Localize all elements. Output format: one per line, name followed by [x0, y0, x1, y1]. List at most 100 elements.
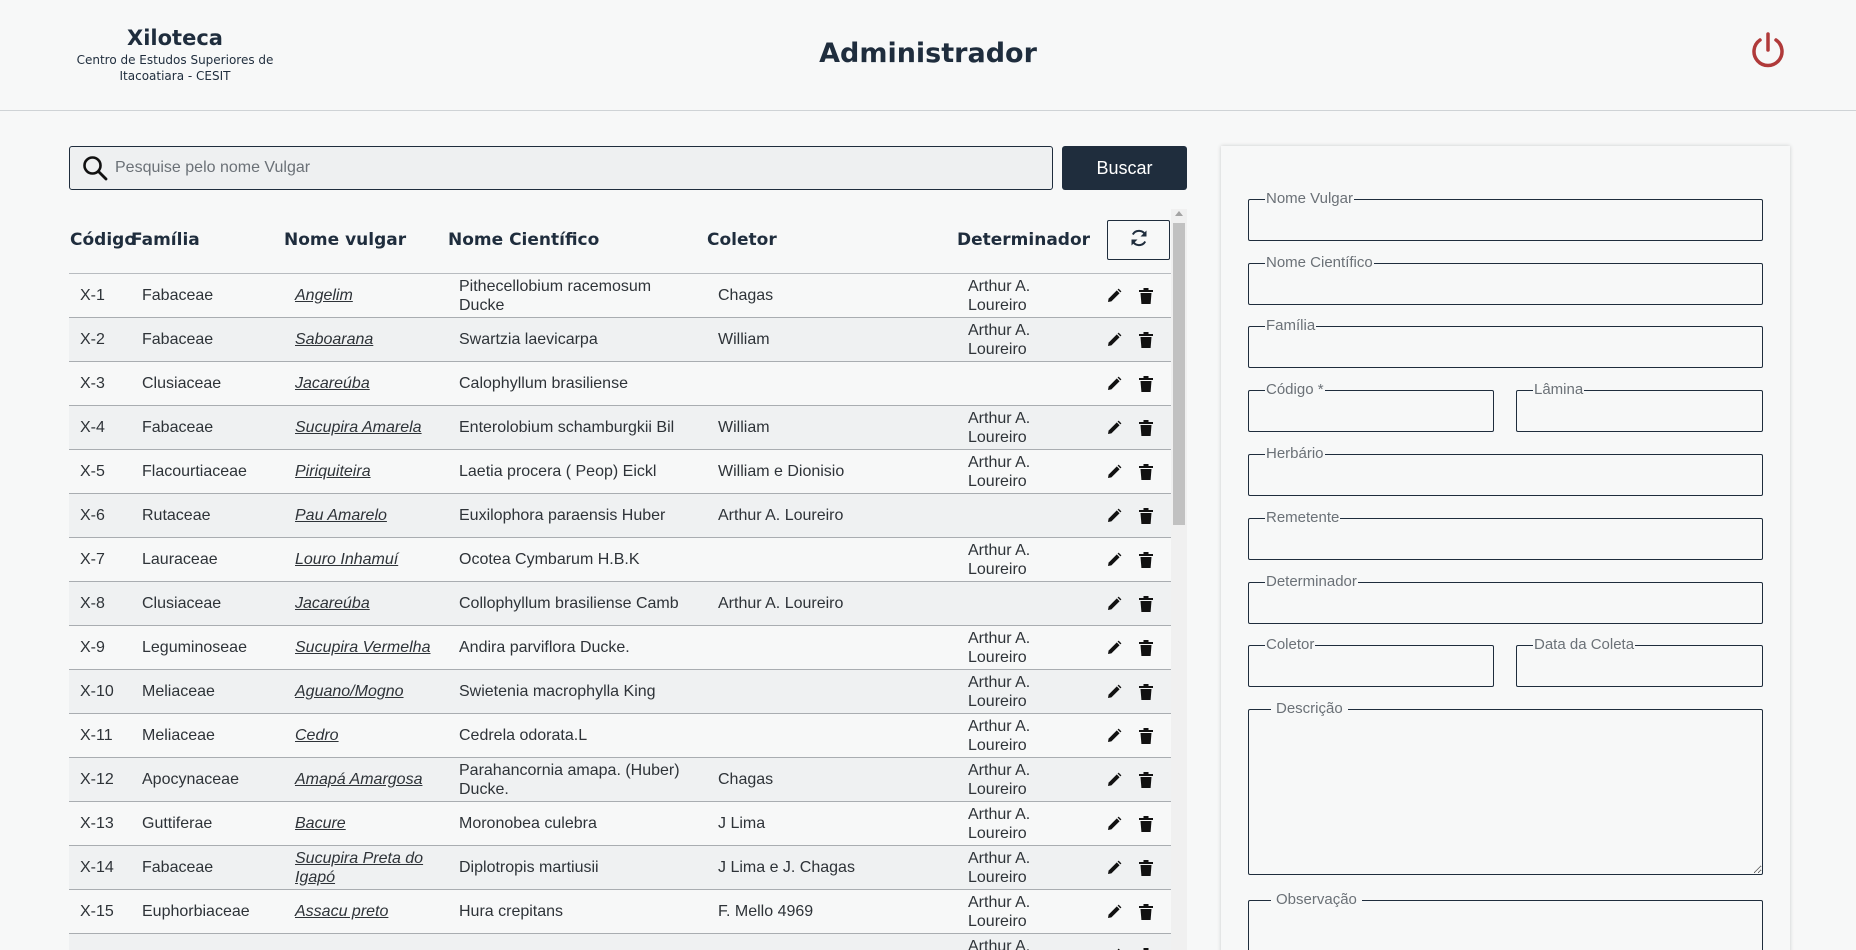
descricao-textarea[interactable] — [1249, 710, 1762, 874]
pencil-icon[interactable] — [1106, 494, 1126, 537]
familia-cell: Leguminoseae — [142, 639, 247, 656]
trash-icon[interactable] — [1139, 362, 1159, 405]
nome-vulgar-link[interactable]: Sucupira Preta do Igapó — [295, 849, 445, 887]
nome-vulgar-link[interactable]: Louro Inhamuí — [295, 550, 398, 569]
pencil-icon[interactable] — [1106, 362, 1126, 405]
nome-vulgar-link[interactable]: Jacareúba — [295, 594, 370, 613]
determinador-cell: Arthur A. Loureiro — [968, 673, 1031, 710]
table-row: X-12 Apocynaceae Amapá Amargosa Parahancorn… — [69, 758, 1171, 802]
pencil-icon[interactable] — [1106, 626, 1126, 669]
familia-cell: Fabaceae — [142, 859, 214, 876]
nome-vulgar-link[interactable]: Assacu preto — [295, 902, 388, 921]
trash-icon[interactable] — [1139, 890, 1159, 933]
nome-vulgar-link[interactable]: Angelim — [295, 286, 353, 305]
trash-icon[interactable] — [1139, 846, 1159, 889]
trash-icon[interactable] — [1139, 758, 1159, 801]
codigo-cell: X-3 — [80, 375, 105, 392]
coletor-cell — [718, 626, 948, 669]
codigo-label: Código * — [1265, 381, 1325, 398]
nome-cientifico-cell: Hura crepitans — [459, 903, 564, 920]
pencil-icon[interactable] — [1106, 582, 1126, 625]
nome-vulgar-cell: Jacareúba — [295, 582, 445, 625]
coletor-cell: Arthur A. Loureiro — [718, 595, 844, 612]
nome-vulgar-link[interactable]: Sucupira Amarela — [295, 418, 422, 437]
pencil-icon[interactable] — [1106, 934, 1126, 950]
determinador-cell: Arthur A. Loureiro — [968, 541, 1031, 578]
pencil-icon[interactable] — [1106, 274, 1126, 317]
trash-icon[interactable] — [1139, 582, 1159, 625]
nome-vulgar-link[interactable]: Bacure — [295, 814, 346, 833]
coletor-cell — [718, 934, 948, 950]
nome-cientifico-cell: Diplotropis martiusii — [459, 859, 599, 876]
scrollbar-thumb[interactable] — [1173, 223, 1185, 525]
nome-vulgar-cell: Sucupira Vermelha — [295, 626, 445, 669]
familia-cell: Lauraceae — [142, 551, 218, 568]
refresh-button[interactable] — [1107, 220, 1170, 260]
herbario-input[interactable] — [1249, 455, 1762, 495]
nome-vulgar-link[interactable]: Amapá Amargosa — [295, 770, 422, 789]
nome-vulgar-cell: Saboarana — [295, 318, 445, 361]
nome-vulgar-link[interactable]: Aguano/Mogno — [295, 682, 404, 701]
coletor-cell: Chagas — [718, 771, 774, 788]
table-body: X-1 Fabaceae Angelim Pithecellobium racemos… — [69, 274, 1171, 950]
trash-icon[interactable] — [1139, 714, 1159, 757]
trash-icon[interactable] — [1139, 626, 1159, 669]
codigo-cell: X-4 — [80, 419, 105, 436]
nome-vulgar-cell: Aguano/Mogno — [295, 670, 445, 713]
coletor-cell: J Lima e J. Chagas — [718, 859, 855, 876]
trash-icon[interactable] — [1139, 538, 1159, 581]
pencil-icon[interactable] — [1106, 450, 1126, 493]
pencil-icon[interactable] — [1106, 318, 1126, 361]
nome-cientifico-cell: Cedrela odorata.L — [459, 727, 588, 744]
nome-cientifico-cell: Ocotea Cymbarum H.B.K — [459, 551, 640, 568]
nome-vulgar-link[interactable]: Sucupira Vermelha — [295, 638, 430, 657]
pencil-icon[interactable] — [1106, 670, 1126, 713]
coletor-cell: F. Mello 4969 — [718, 903, 814, 920]
descricao-label: Descrição — [1271, 701, 1348, 717]
trash-icon[interactable] — [1139, 802, 1159, 845]
power-icon[interactable] — [1748, 30, 1788, 70]
pencil-icon[interactable] — [1106, 802, 1126, 845]
table-row: X-4 Fabaceae Sucupira Amarela Enterolobium … — [69, 406, 1171, 450]
search-bar — [69, 146, 1053, 190]
search-button[interactable]: Buscar — [1062, 146, 1187, 190]
nome-vulgar-link[interactable]: Cedro — [295, 726, 339, 745]
pencil-icon[interactable] — [1106, 538, 1126, 581]
nome-vulgar-cell: Louro Inhamuí — [295, 538, 445, 581]
nome-vulgar-link[interactable]: Piriquiteira — [295, 462, 371, 481]
pencil-icon[interactable] — [1106, 714, 1126, 757]
familia-field: Família — [1248, 318, 1763, 368]
codigo-cell: X-13 — [80, 815, 114, 832]
trash-icon[interactable] — [1139, 274, 1159, 317]
table-row: X-10 Meliaceae Aguano/Mogno Swietenia macro… — [69, 670, 1171, 714]
trash-icon[interactable] — [1139, 934, 1159, 950]
determinador-cell — [968, 582, 1068, 625]
determinador-cell: Arthur A. Loureiro — [968, 805, 1031, 842]
observacao-textarea[interactable] — [1249, 901, 1762, 950]
coletor-cell — [718, 362, 948, 405]
trash-icon[interactable] — [1139, 450, 1159, 493]
nome-vulgar-link[interactable]: Saboarana — [295, 330, 373, 349]
pencil-icon[interactable] — [1106, 758, 1126, 801]
nome-vulgar-link[interactable]: Jacareúba — [295, 374, 370, 393]
familia-input[interactable] — [1249, 327, 1762, 367]
pencil-icon[interactable] — [1106, 890, 1126, 933]
nome-cientifico-cell: Swietenia macrophylla King — [459, 683, 656, 700]
pencil-icon[interactable] — [1106, 406, 1126, 449]
scroll-up-arrow[interactable] — [1175, 211, 1183, 216]
trash-icon[interactable] — [1139, 494, 1159, 537]
observacao-field: Observação — [1248, 892, 1763, 950]
observacao-label: Observação — [1271, 892, 1362, 908]
familia-cell: Fabaceae — [142, 331, 214, 348]
search-input[interactable] — [115, 148, 1052, 188]
column-nome-vulgar: Nome vulgar — [284, 230, 407, 250]
lamina-label: Lâmina — [1533, 381, 1585, 398]
trash-icon[interactable] — [1139, 318, 1159, 361]
trash-icon[interactable] — [1139, 406, 1159, 449]
trash-icon[interactable] — [1139, 670, 1159, 713]
codigo-cell — [80, 934, 135, 950]
pencil-icon[interactable] — [1106, 846, 1126, 889]
nome-vulgar-link[interactable]: Pau Amarelo — [295, 506, 387, 525]
table-scrollbar[interactable] — [1171, 209, 1187, 950]
determinador-cell: Arthur A. Loureiro — [968, 629, 1031, 666]
